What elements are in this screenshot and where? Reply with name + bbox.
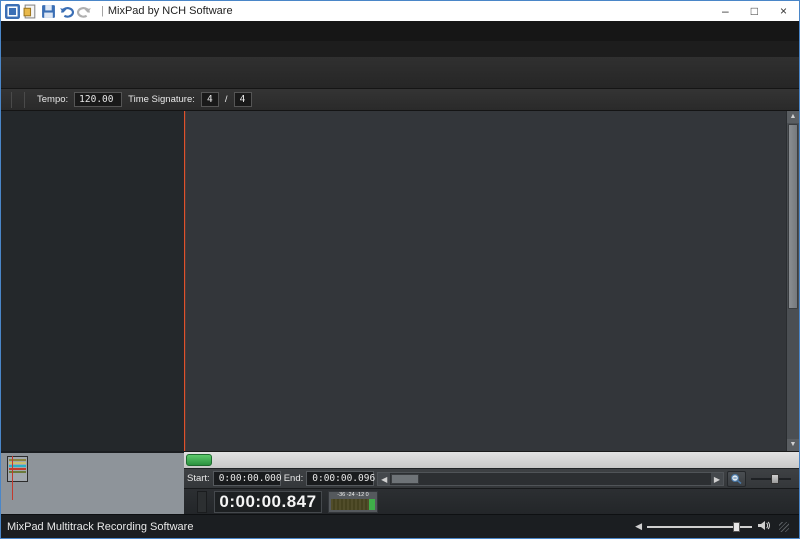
selection-start-input[interactable]: 0:00:00.000	[213, 471, 281, 486]
timeline-ruler[interactable]	[184, 451, 799, 468]
minimize-button[interactable]: –	[722, 4, 729, 18]
clip-arrange-area: ▲ ▼	[184, 111, 799, 451]
ribbon-tab-bar	[1, 41, 799, 57]
time-display: 0:00:00.847	[214, 491, 322, 513]
clip-info-panel	[197, 491, 207, 513]
selection-end-input[interactable]: 0:00:00.096	[306, 471, 374, 486]
vertical-scroll-thumb[interactable]	[788, 124, 798, 309]
title-separator: |	[101, 5, 104, 17]
new-project-icon[interactable]	[23, 4, 38, 18]
volume-slider[interactable]	[647, 526, 752, 528]
timeline-start-bar[interactable]	[186, 454, 212, 466]
window-title: MixPad by NCH Software	[108, 5, 233, 17]
playhead-line	[184, 111, 185, 451]
mixpad-window: | MixPad by NCH Software – □ × Tempo: 12…	[0, 0, 800, 539]
time-signature-numerator-input[interactable]: 4	[201, 92, 219, 107]
scroll-right-arrow[interactable]: ▶	[711, 473, 723, 485]
app-icon	[5, 4, 20, 18]
master-volume: ◀	[635, 518, 793, 536]
selection-row: Start: 0:00:00.000 End: 0:00:00.096 ◀ ▶	[184, 468, 799, 488]
secondary-toolbar: Tempo: 120.00 Time Signature: 4 / 4	[1, 89, 799, 111]
scroll-down-arrow[interactable]: ▼	[787, 439, 799, 451]
redo-icon[interactable]	[77, 4, 92, 18]
save-icon[interactable]	[41, 4, 56, 18]
title-bar: | MixPad by NCH Software – □ ×	[1, 1, 799, 21]
overview-view-window[interactable]	[7, 456, 28, 482]
time-signature-denominator-input[interactable]: 4	[234, 92, 252, 107]
end-label: End:	[284, 473, 304, 484]
vertical-scrollbar[interactable]: ▲ ▼	[786, 111, 799, 451]
speaker-icon[interactable]	[757, 518, 770, 536]
menu-bar	[1, 21, 799, 41]
time-signature-label: Time Signature:	[128, 94, 195, 105]
zoom-slider[interactable]	[749, 472, 793, 486]
scroll-up-arrow[interactable]: ▲	[787, 111, 799, 123]
horizontal-scroll-thumb[interactable]	[391, 474, 419, 484]
overview-playhead	[12, 456, 13, 500]
tempo-input[interactable]: 120.00	[74, 92, 122, 107]
zoom-slider-handle[interactable]	[771, 474, 779, 484]
effects-ribbon	[1, 57, 799, 89]
status-bar: MixPad Multitrack Recording Software ◀	[1, 514, 799, 538]
status-text: MixPad Multitrack Recording Software	[7, 521, 193, 533]
maximize-button[interactable]: □	[751, 4, 758, 18]
track-panel	[1, 111, 184, 514]
undo-icon[interactable]	[59, 4, 74, 18]
time-signature-slash: /	[225, 94, 228, 105]
scroll-left-arrow[interactable]: ◀	[378, 473, 390, 485]
volume-down-icon[interactable]: ◀	[635, 521, 642, 532]
meter-scale: -36 -24 -12 0	[329, 492, 377, 499]
volume-slider-handle[interactable]	[733, 522, 740, 532]
close-button[interactable]: ×	[780, 4, 787, 18]
tempo-label: Tempo:	[37, 94, 68, 105]
resize-grip[interactable]	[779, 522, 789, 532]
master-level-meter: -36 -24 -12 0	[328, 491, 378, 513]
start-label: Start:	[187, 473, 210, 484]
zoom-out-tool-button[interactable]	[727, 471, 746, 487]
project-overview-minimap[interactable]	[1, 451, 184, 514]
transport-bar: 0:00:00.847 -36 -24 -12 0	[184, 488, 799, 514]
horizontal-scrollbar[interactable]: ◀ ▶	[377, 472, 724, 486]
